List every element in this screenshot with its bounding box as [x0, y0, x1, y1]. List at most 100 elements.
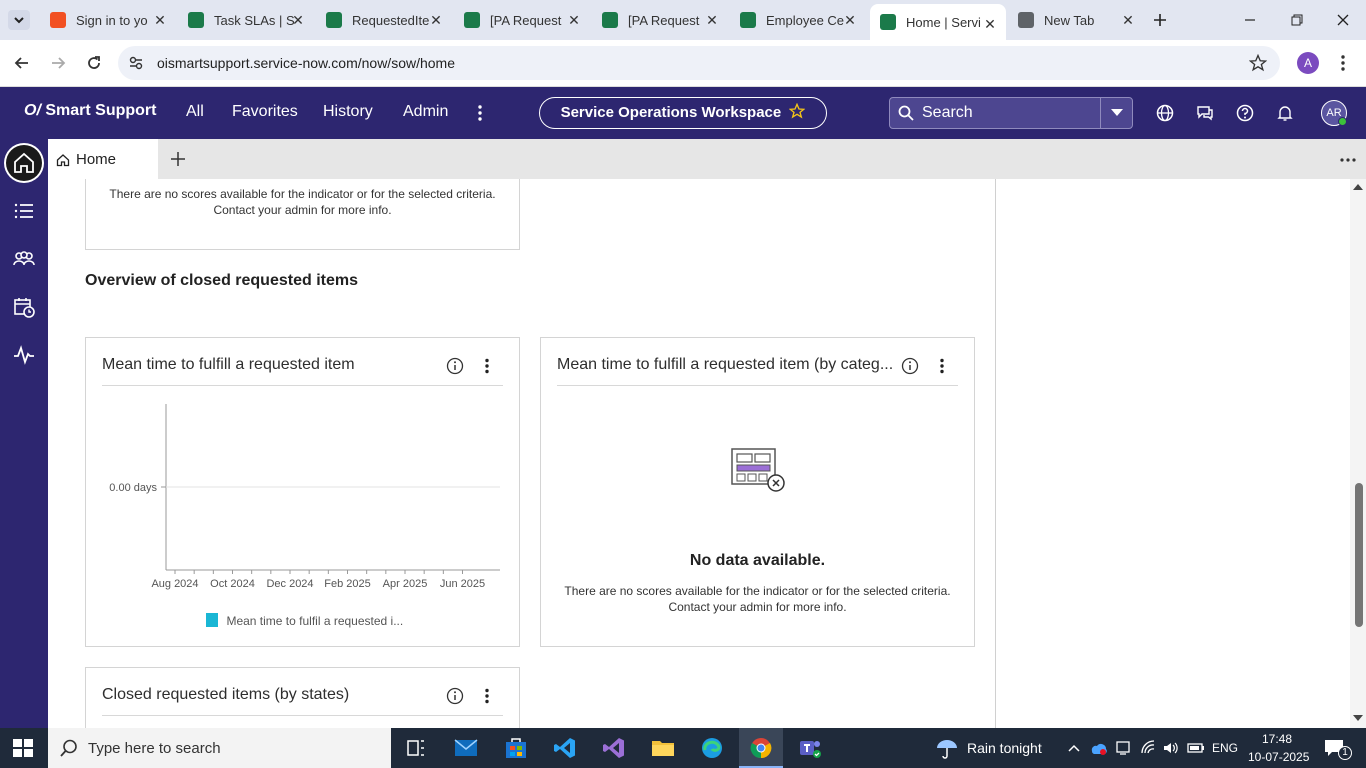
tab-close-icon[interactable]: ✕: [152, 12, 168, 28]
browser-tab[interactable]: Employee Ce ✕: [730, 0, 866, 40]
volume-icon[interactable]: [1162, 740, 1180, 756]
weather-text[interactable]: Rain tonight: [967, 740, 1042, 756]
wifi-icon[interactable]: [1140, 740, 1156, 756]
vscode-app-icon[interactable]: [553, 736, 577, 760]
weather-umbrella-icon[interactable]: [935, 736, 959, 760]
profile-avatar[interactable]: A: [1297, 52, 1319, 74]
no-data-illustration-icon: [731, 448, 785, 492]
page-scrollbar[interactable]: [1350, 179, 1366, 728]
help-icon[interactable]: [1235, 103, 1255, 123]
file-explorer-icon[interactable]: [651, 736, 675, 760]
card-menu-icon[interactable]: [480, 357, 494, 375]
activity-icon[interactable]: [12, 343, 36, 367]
tab-close-icon[interactable]: ✕: [566, 12, 582, 28]
star-icon[interactable]: [789, 102, 806, 119]
globe-icon[interactable]: [1155, 103, 1175, 123]
tab-close-icon[interactable]: ✕: [704, 12, 720, 28]
battery-icon[interactable]: [1187, 741, 1205, 755]
tab-home[interactable]: Home: [48, 139, 158, 179]
nav-more-button[interactable]: [472, 103, 488, 123]
groups-icon[interactable]: [12, 247, 36, 271]
os-taskbar: Type here to search Rain tonight ENG 17:…: [0, 728, 1366, 768]
new-tab-button[interactable]: [1150, 10, 1170, 30]
notification-count: 1: [1338, 746, 1352, 760]
tab-close-icon[interactable]: ✕: [290, 12, 306, 28]
mail-app-icon[interactable]: [454, 736, 478, 760]
clock-date[interactable]: 10-07-2025: [1248, 750, 1309, 764]
browser-tab[interactable]: [PA Request ✕: [592, 0, 728, 40]
url-text[interactable]: oismartsupport.service-now.com/now/sow/h…: [157, 55, 455, 71]
close-window-button[interactable]: [1333, 10, 1353, 30]
tab-close-icon[interactable]: ✕: [842, 12, 858, 28]
reload-button[interactable]: [84, 53, 104, 73]
tab-close-icon[interactable]: ✕: [1120, 12, 1136, 28]
task-view-icon[interactable]: [404, 736, 428, 760]
browser-tab-label: Employee Ce: [766, 12, 845, 28]
bookmark-star-icon[interactable]: [1249, 54, 1267, 72]
tab-close-icon[interactable]: ✕: [982, 16, 998, 32]
store-app-icon[interactable]: [504, 736, 528, 760]
info-icon[interactable]: [446, 687, 464, 705]
browser-tab[interactable]: Task SLAs | S ✕: [178, 0, 314, 40]
visual-studio-app-icon[interactable]: [602, 736, 626, 760]
scroll-up-icon[interactable]: [1353, 183, 1363, 191]
rail-home-button[interactable]: [4, 143, 44, 183]
scrollbar-thumb[interactable]: [1355, 483, 1363, 627]
x-tick-label: Jun 2025: [440, 578, 485, 590]
app-logo[interactable]: O/ Smart Support: [24, 102, 156, 120]
site-info-icon[interactable]: [128, 55, 144, 71]
info-icon[interactable]: [901, 357, 919, 375]
search-scope-dropdown[interactable]: [1100, 98, 1132, 128]
minimize-button[interactable]: [1240, 10, 1260, 30]
add-tab-button[interactable]: [170, 151, 186, 167]
tab-close-icon[interactable]: ✕: [428, 12, 444, 28]
browser-tab[interactable]: New Tab ✕: [1008, 0, 1144, 40]
chart-legend[interactable]: Mean time to fulfil a requested i...: [206, 612, 403, 630]
y-tick-label: 0.00 days: [109, 482, 157, 494]
scroll-down-icon[interactable]: [1353, 714, 1363, 722]
tab-search-button[interactable]: [8, 10, 30, 30]
chevron-up-icon[interactable]: [1067, 742, 1081, 754]
restore-icon: [1291, 14, 1303, 26]
bell-icon[interactable]: [1275, 103, 1295, 123]
tab-overflow-button[interactable]: [1340, 153, 1356, 165]
x-tick-label: Feb 2025: [324, 578, 370, 590]
language-indicator[interactable]: ENG: [1212, 741, 1238, 755]
omnibox[interactable]: oismartsupport.service-now.com/now/sow/h…: [118, 46, 1280, 80]
onedrive-icon[interactable]: [1090, 740, 1108, 756]
nav-all[interactable]: All: [186, 103, 204, 121]
panel-divider: [995, 179, 996, 728]
network-device-icon[interactable]: [1115, 740, 1131, 756]
no-data-message-line2: Contact your admin for more info.: [668, 600, 847, 614]
global-search[interactable]: Search: [889, 97, 1133, 129]
taskbar-search[interactable]: Type here to search: [48, 728, 391, 768]
card-menu-icon[interactable]: [935, 357, 949, 375]
start-button[interactable]: [12, 738, 34, 758]
browser-tab[interactable]: Home | Servi ✕: [870, 4, 1006, 40]
teams-app-icon[interactable]: [798, 736, 822, 760]
browser-tab[interactable]: [PA Request ✕: [454, 0, 590, 40]
card-divider: [102, 715, 503, 716]
card-menu-icon[interactable]: [480, 687, 494, 705]
no-data-title: No data available.: [689, 552, 826, 569]
nav-admin[interactable]: Admin: [403, 103, 448, 121]
browser-tab[interactable]: Sign in to yo ✕: [40, 0, 176, 40]
workspace-switcher[interactable]: Service Operations Workspace: [539, 97, 827, 129]
browser-menu-button[interactable]: [1335, 53, 1351, 73]
calendar-clock-icon[interactable]: [12, 295, 36, 319]
back-button[interactable]: [12, 53, 32, 73]
nav-history[interactable]: History: [323, 103, 373, 121]
info-icon[interactable]: [446, 357, 464, 375]
restore-button[interactable]: [1287, 10, 1307, 30]
tab-favicon-icon: [740, 12, 756, 28]
card-divider: [102, 385, 503, 386]
clock-time[interactable]: 17:48: [1262, 732, 1292, 746]
browser-tab[interactable]: RequestedIte ✕: [316, 0, 452, 40]
chrome-app-active[interactable]: [739, 728, 783, 768]
home-icon: [6, 145, 42, 181]
list-icon[interactable]: [12, 199, 36, 223]
forward-button[interactable]: [48, 53, 68, 73]
edge-app-icon[interactable]: [700, 736, 724, 760]
chat-icon[interactable]: [1195, 103, 1215, 123]
nav-favorites[interactable]: Favorites: [232, 103, 298, 121]
